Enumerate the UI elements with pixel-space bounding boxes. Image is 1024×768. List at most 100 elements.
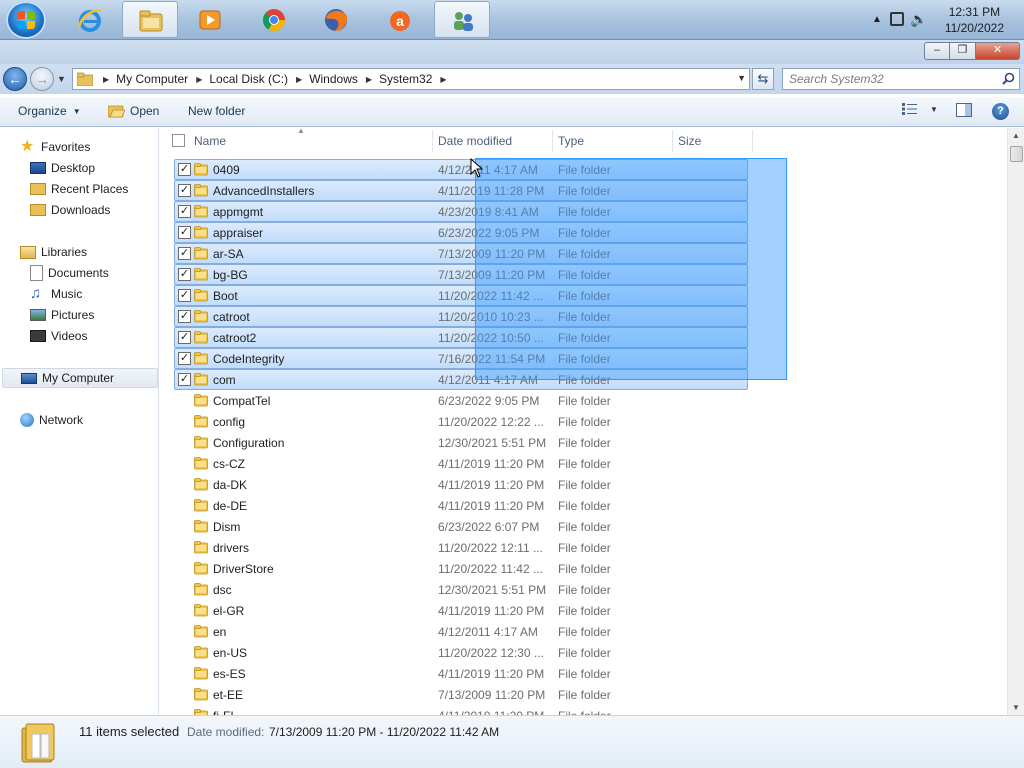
- row-checkbox[interactable]: ✓: [178, 289, 191, 302]
- search-box[interactable]: [782, 68, 1020, 90]
- start-button[interactable]: [6, 1, 46, 39]
- row-checkbox[interactable]: ✓: [178, 373, 191, 386]
- column-divider[interactable]: [432, 130, 433, 152]
- restore-button[interactable]: ❐: [950, 42, 976, 60]
- file-name[interactable]: en: [213, 625, 226, 639]
- address-bar[interactable]: ▶ My Computer ▶ Local Disk (C:) ▶ Window…: [72, 68, 750, 90]
- breadcrumb-separator-icon[interactable]: ▶: [103, 75, 109, 84]
- table-row[interactable]: da-DK 4/11/2019 11:20 PM File folder: [160, 474, 1007, 495]
- file-name[interactable]: dsc: [213, 583, 232, 597]
- new-folder-button[interactable]: New folder: [188, 104, 245, 118]
- close-button[interactable]: ✕: [976, 42, 1020, 60]
- row-checkbox[interactable]: ✓: [178, 268, 191, 281]
- network-status-icon[interactable]: [890, 12, 904, 26]
- open-button[interactable]: Open: [108, 104, 159, 118]
- column-divider[interactable]: [752, 130, 753, 152]
- search-input[interactable]: [783, 69, 993, 89]
- file-name[interactable]: appmgmt: [213, 205, 263, 219]
- table-row[interactable]: es-ES 4/11/2019 11:20 PM File folder: [160, 663, 1007, 684]
- table-row[interactable]: Configuration 12/30/2021 5:51 PM File fold…: [160, 432, 1007, 453]
- table-row[interactable]: dsc 12/30/2021 5:51 PM File folder: [160, 579, 1007, 600]
- back-button[interactable]: ←: [3, 67, 27, 91]
- file-name[interactable]: config: [213, 415, 245, 429]
- table-row[interactable]: ✓ ar-SA 7/13/2009 11:20 PM File folder: [160, 243, 1007, 264]
- volume-icon[interactable]: 🔈: [910, 11, 927, 28]
- file-name[interactable]: 0409: [213, 163, 240, 177]
- table-row[interactable]: ✓ appmgmt 4/23/2019 8:41 AM File folder: [160, 201, 1007, 222]
- table-row[interactable]: ✓ 0409 4/12/2011 4:17 AM File folder: [160, 159, 1007, 180]
- table-row[interactable]: ✓ com 4/12/2011 4:17 AM File folder: [160, 369, 1007, 390]
- column-header-date-modified[interactable]: Date modified: [438, 134, 512, 148]
- forward-button[interactable]: →: [30, 67, 54, 91]
- taskbar-explorer-button[interactable]: [122, 1, 178, 38]
- breadcrumb-local-disk[interactable]: Local Disk (C:): [209, 72, 288, 86]
- clock[interactable]: 12:31 PM 11/20/2022: [945, 4, 1004, 36]
- file-name[interactable]: catroot: [213, 310, 250, 324]
- file-name[interactable]: bg-BG: [213, 268, 248, 282]
- column-header-type[interactable]: Type: [558, 134, 584, 148]
- file-name[interactable]: appraiser: [213, 226, 263, 240]
- file-name[interactable]: catroot2: [213, 331, 256, 345]
- taskbar-mediaplayer-button[interactable]: [182, 1, 238, 38]
- table-row[interactable]: drivers 11/20/2022 12:11 ... File folder: [160, 537, 1007, 558]
- table-row[interactable]: en-US 11/20/2022 12:30 ... File folder: [160, 642, 1007, 663]
- table-row[interactable]: Dism 6/23/2022 6:07 PM File folder: [160, 516, 1007, 537]
- file-list[interactable]: ▲ Name Date modified Type Size ✓ 0409 4/12…: [160, 128, 1007, 715]
- row-checkbox[interactable]: ✓: [178, 247, 191, 260]
- scroll-up-icon[interactable]: ▲: [1012, 131, 1020, 140]
- nav-my-computer[interactable]: My Computer: [2, 368, 158, 388]
- file-name[interactable]: es-ES: [213, 667, 246, 681]
- breadcrumb-separator-icon[interactable]: ▶: [196, 75, 202, 84]
- file-name[interactable]: DriverStore: [213, 562, 274, 576]
- column-header-size[interactable]: Size: [678, 134, 701, 148]
- table-row[interactable]: cs-CZ 4/11/2019 11:20 PM File folder: [160, 453, 1007, 474]
- table-row[interactable]: et-EE 7/13/2009 11:20 PM File folder: [160, 684, 1007, 705]
- file-name[interactable]: CodeIntegrity: [213, 352, 284, 366]
- table-row[interactable]: config 11/20/2022 12:22 ... File folder: [160, 411, 1007, 432]
- window-titlebar[interactable]: – ❐ ✕: [0, 40, 1024, 64]
- row-checkbox[interactable]: ✓: [178, 163, 191, 176]
- breadcrumb-windows[interactable]: Windows: [309, 72, 358, 86]
- breadcrumb-separator-icon[interactable]: ▶: [440, 75, 446, 84]
- row-checkbox[interactable]: ✓: [178, 331, 191, 344]
- taskbar-users-button[interactable]: [434, 1, 490, 38]
- nav-network[interactable]: Network: [20, 410, 176, 430]
- nav-favorites[interactable]: ★ Favorites: [20, 137, 176, 157]
- scrollbar-thumb[interactable]: [1010, 146, 1023, 162]
- scroll-down-icon[interactable]: ▼: [1012, 703, 1020, 712]
- row-checkbox[interactable]: ✓: [178, 352, 191, 365]
- table-row[interactable]: fi-FI4/11/2019 11:20 PMFile folder: [160, 705, 1007, 715]
- table-row[interactable]: ✓ Boot 11/20/2022 11:42 ... File folder: [160, 285, 1007, 306]
- breadcrumb-separator-icon[interactable]: ▶: [296, 75, 302, 84]
- table-row[interactable]: el-GR 4/11/2019 11:20 PM File folder: [160, 600, 1007, 621]
- file-name[interactable]: en-US: [213, 646, 247, 660]
- file-name[interactable]: drivers: [213, 541, 249, 555]
- table-row[interactable]: de-DE 4/11/2019 11:20 PM File folder: [160, 495, 1007, 516]
- taskbar-chrome-button[interactable]: [246, 1, 302, 38]
- file-name[interactable]: cs-CZ: [213, 457, 245, 471]
- refresh-button[interactable]: ⇆: [752, 68, 774, 90]
- row-checkbox[interactable]: ✓: [178, 184, 191, 197]
- nav-libraries[interactable]: Libraries: [20, 242, 176, 262]
- file-name[interactable]: Boot: [213, 289, 238, 303]
- breadcrumb-separator-icon[interactable]: ▶: [366, 75, 372, 84]
- help-button[interactable]: ?: [992, 103, 1009, 120]
- table-row[interactable]: DriverStore 11/20/2022 11:42 ... File fold…: [160, 558, 1007, 579]
- file-name[interactable]: da-DK: [213, 478, 247, 492]
- table-row[interactable]: ✓ catroot 11/20/2010 10:23 ... File folder: [160, 306, 1007, 327]
- select-all-checkbox[interactable]: [172, 134, 185, 147]
- table-row[interactable]: ✓ bg-BG 7/13/2009 11:20 PM File folder: [160, 264, 1007, 285]
- taskbar-firefox-button[interactable]: [308, 1, 364, 38]
- minimize-button[interactable]: –: [924, 42, 950, 60]
- file-name[interactable]: Configuration: [213, 436, 284, 450]
- table-row[interactable]: ✓ catroot2 11/20/2022 10:50 ... File folder: [160, 327, 1007, 348]
- change-view-button[interactable]: ▼: [902, 103, 938, 115]
- preview-pane-button[interactable]: [956, 103, 972, 117]
- column-divider[interactable]: [672, 130, 673, 152]
- file-name[interactable]: et-EE: [213, 688, 243, 702]
- column-header-name[interactable]: Name: [194, 134, 226, 148]
- row-checkbox[interactable]: ✓: [178, 226, 191, 239]
- table-row[interactable]: ✓ appraiser 6/23/2022 9:05 PM File folder: [160, 222, 1007, 243]
- file-name[interactable]: de-DE: [213, 499, 247, 513]
- organize-button[interactable]: Organize ▼: [18, 104, 81, 118]
